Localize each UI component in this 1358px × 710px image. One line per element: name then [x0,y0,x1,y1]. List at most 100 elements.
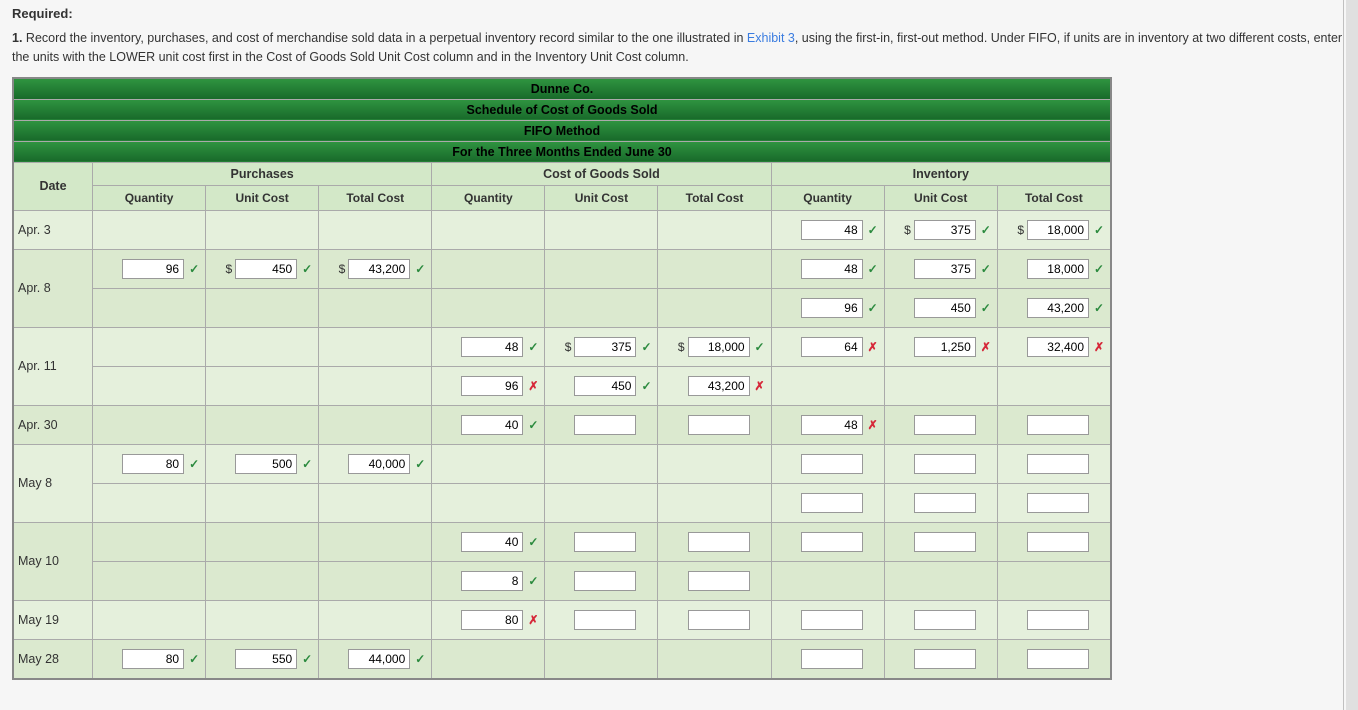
value-input[interactable] [801,454,863,474]
value-input[interactable] [235,259,297,279]
value-input[interactable] [461,571,523,591]
empty-mark [979,613,993,627]
empty-cell [206,327,319,366]
value-input[interactable] [801,337,863,357]
value-cell: ✗ [997,327,1111,366]
date-cell: Apr. 30 [13,405,93,444]
empty-cell [545,288,658,327]
empty-cell [545,249,658,288]
value-cell: ✗ [771,327,884,366]
value-input[interactable] [574,376,636,396]
value-cell: $✓ [658,327,771,366]
value-input[interactable] [914,532,976,552]
empty-cell [545,444,658,483]
value-input[interactable] [235,649,297,669]
x-icon: ✗ [979,340,993,354]
empty-cell [93,210,206,249]
value-input[interactable] [801,532,863,552]
empty-mark [639,574,653,588]
value-input[interactable] [914,454,976,474]
value-input[interactable] [348,649,410,669]
value-input[interactable] [1027,220,1089,240]
value-cell: ✓ [319,639,432,679]
value-input[interactable] [1027,337,1089,357]
value-input[interactable] [914,493,976,513]
check-icon: ✓ [187,262,201,276]
value-input[interactable] [801,259,863,279]
value-input[interactable] [801,415,863,435]
empty-mark [1092,457,1106,471]
value-input[interactable] [574,532,636,552]
value-input[interactable] [801,649,863,669]
value-input[interactable] [461,610,523,630]
empty-cell [432,444,545,483]
value-input[interactable] [235,454,297,474]
empty-cell [206,600,319,639]
value-input[interactable] [801,493,863,513]
value-input[interactable] [914,259,976,279]
value-input[interactable] [574,571,636,591]
col-unit: Unit Cost [545,185,658,210]
value-input[interactable] [461,376,523,396]
value-input[interactable] [914,220,976,240]
empty-cell [93,561,206,600]
required-heading: Required: [12,6,1346,21]
value-input[interactable] [574,337,636,357]
date-cell: May 8 [13,444,93,522]
value-input[interactable] [1027,259,1089,279]
value-input[interactable] [688,415,750,435]
empty-cell [432,639,545,679]
value-input[interactable] [801,298,863,318]
value-input[interactable] [122,259,184,279]
table-row: Apr. 30✓✗ [13,405,1111,444]
value-input[interactable] [688,337,750,357]
value-input[interactable] [688,571,750,591]
check-icon: ✓ [866,301,880,315]
value-input[interactable] [914,415,976,435]
value-input[interactable] [1027,298,1089,318]
instruction-text: 1. Record the inventory, purchases, and … [12,29,1346,67]
value-cell [771,522,884,561]
value-cell: $✓ [884,210,997,249]
value-cell: ✗ [658,366,771,405]
value-input[interactable] [122,649,184,669]
value-input[interactable] [914,298,976,318]
empty-cell [319,366,432,405]
value-cell [771,483,884,522]
value-input[interactable] [1027,415,1089,435]
empty-mark [979,457,993,471]
empty-cell [658,210,771,249]
empty-cell [206,483,319,522]
check-icon: ✓ [187,457,201,471]
value-input[interactable] [1027,532,1089,552]
value-input[interactable] [574,610,636,630]
empty-mark [866,457,880,471]
value-input[interactable] [461,532,523,552]
value-input[interactable] [1027,649,1089,669]
date-cell: May 28 [13,639,93,679]
value-input[interactable] [1027,493,1089,513]
value-input[interactable] [801,610,863,630]
value-input[interactable] [1027,454,1089,474]
exhibit-link[interactable]: Exhibit 3 [747,31,795,45]
empty-cell [658,639,771,679]
value-input[interactable] [122,454,184,474]
value-input[interactable] [801,220,863,240]
value-input[interactable] [461,415,523,435]
value-input[interactable] [348,454,410,474]
empty-cell [206,561,319,600]
value-input[interactable] [688,376,750,396]
empty-cell [432,483,545,522]
value-input[interactable] [574,415,636,435]
value-cell: ✓ [997,288,1111,327]
value-input[interactable] [688,532,750,552]
value-input[interactable] [914,649,976,669]
value-input[interactable] [461,337,523,357]
col-qty: Quantity [93,185,206,210]
value-input[interactable] [1027,610,1089,630]
value-input[interactable] [688,610,750,630]
value-input[interactable] [348,259,410,279]
value-cell: ✓ [432,405,545,444]
value-input[interactable] [914,337,976,357]
value-input[interactable] [914,610,976,630]
